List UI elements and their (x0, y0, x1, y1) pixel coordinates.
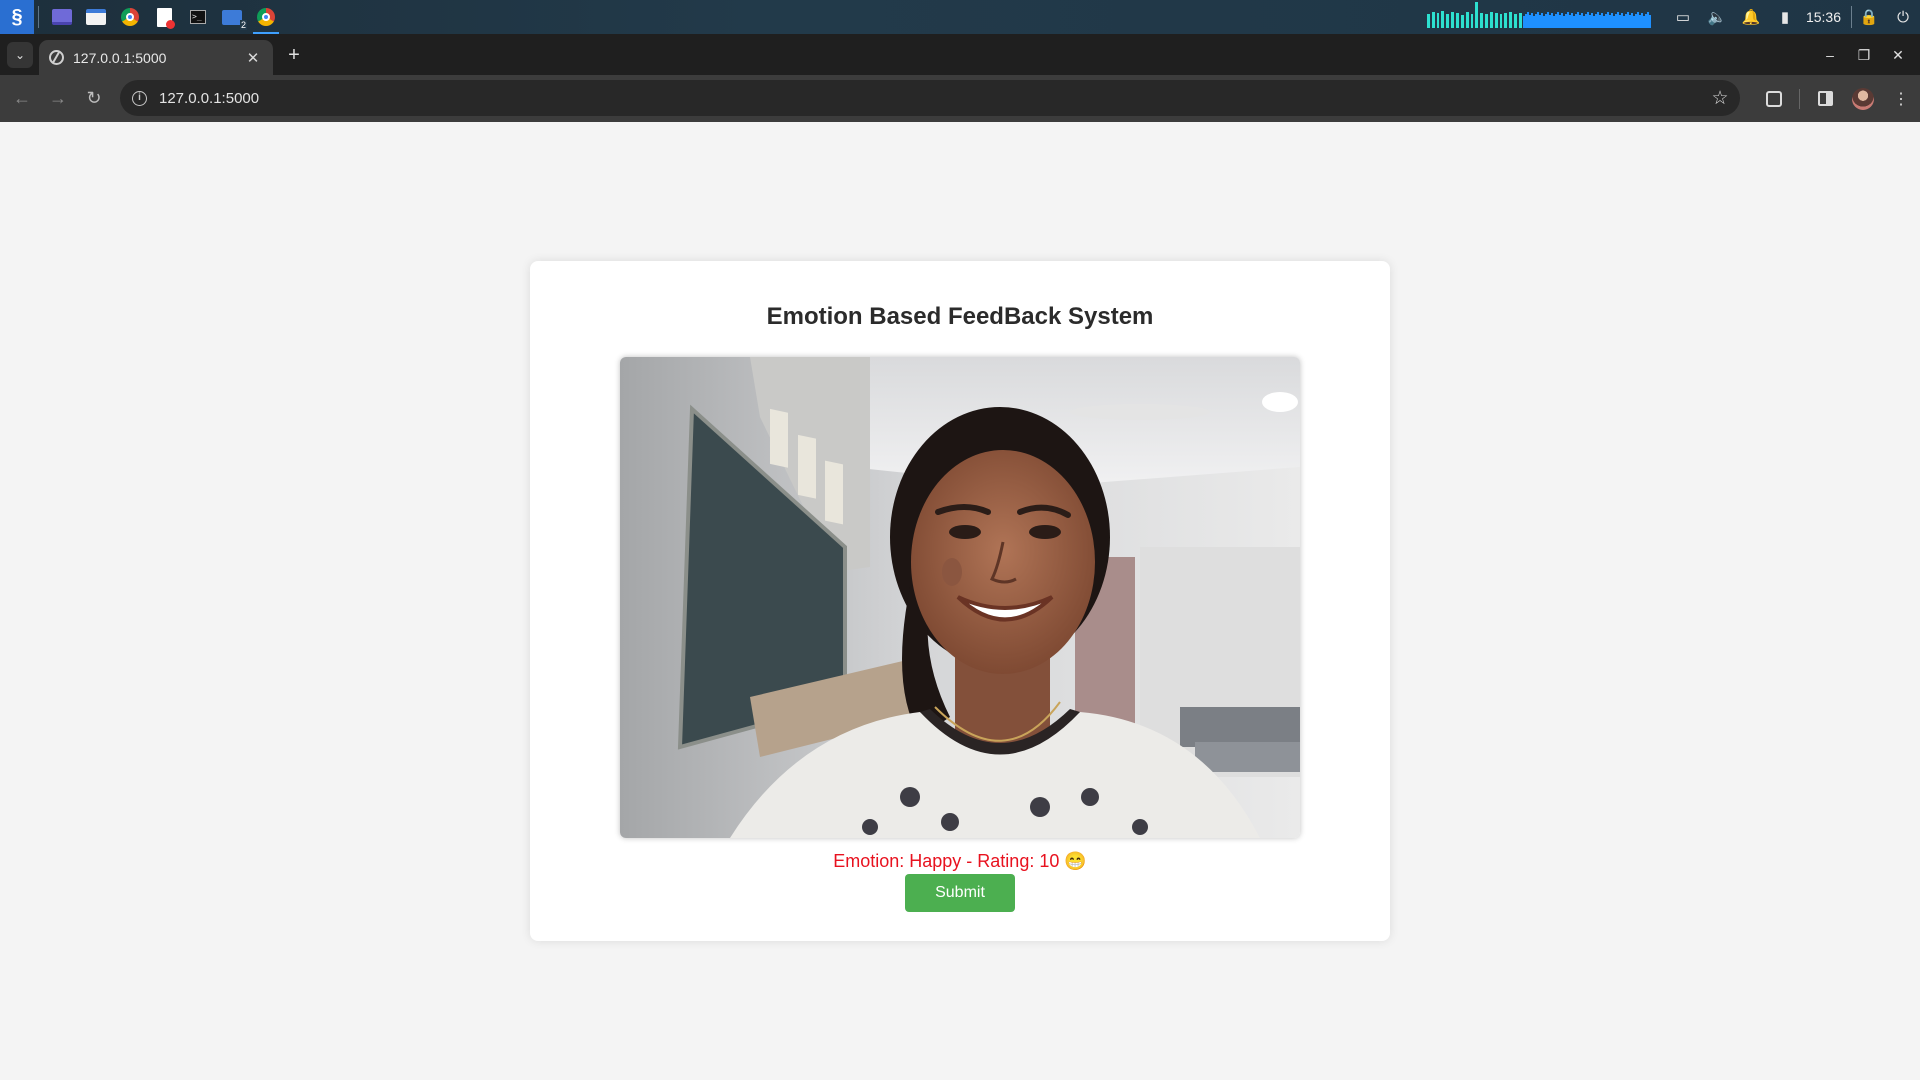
os-taskbar: § >_ 2 ▭ 🔈 🔔 ▮ 15:36 🔒 ⏻ (0, 0, 1920, 34)
bookmark-star-icon[interactable]: ☆ (1700, 87, 1740, 110)
page-title: Emotion Based FeedBack System (766, 303, 1154, 330)
taskbar-divider (38, 6, 39, 28)
close-window-icon[interactable]: ✕ (1884, 44, 1912, 66)
system-monitor-graph (1426, 2, 1652, 28)
forward-arrow-icon[interactable]: → (40, 81, 76, 117)
browser-tabstrip: ⌄ 127.0.0.1:5000 ✕ + – ❐ ✕ (0, 34, 1920, 75)
menu-kebab-icon[interactable]: ⋮ (1882, 80, 1920, 118)
reload-icon[interactable]: ↻ (76, 81, 112, 117)
webcam-video-feed (620, 357, 1300, 838)
terminal-icon[interactable]: >_ (181, 0, 215, 34)
lock-icon[interactable]: 🔒 (1852, 0, 1886, 34)
tab-close-icon[interactable]: ✕ (243, 49, 263, 67)
page-viewport: Emotion Based FeedBack System Emotion: H… (0, 122, 1920, 1080)
globe-icon (49, 50, 64, 65)
toolbar-actions: ⋮ (1755, 75, 1920, 122)
emotion-rating-text: Emotion: Happy - Rating: 10 😁 (833, 851, 1087, 871)
battery-icon[interactable]: ▮ (1768, 0, 1802, 34)
browser-toolbar: ← → ↻ i 127.0.0.1:5000 ☆ ⋮ (0, 75, 1920, 122)
system-tray: ▭ 🔈 🔔 ▮ 15:36 🔒 ⏻ (1426, 0, 1920, 34)
files-app-icon[interactable]: 2 (215, 0, 249, 34)
window-controls: – ❐ ✕ (1816, 44, 1912, 66)
restore-icon[interactable]: ❐ (1850, 44, 1878, 66)
chrome-active-icon[interactable] (249, 0, 283, 34)
profile-avatar[interactable] (1844, 80, 1882, 118)
start-menu-icon[interactable]: § (0, 0, 34, 34)
toolbar-divider (1799, 88, 1800, 109)
feedback-card: Emotion Based FeedBack System Emotion: H… (530, 261, 1390, 941)
volume-icon[interactable]: 🔈 (1700, 0, 1734, 34)
back-arrow-icon[interactable]: ← (4, 81, 40, 117)
cpu-graph (1426, 2, 1522, 28)
minimize-icon[interactable]: – (1816, 44, 1844, 66)
notification-bell-icon[interactable]: 🔔 (1734, 0, 1768, 34)
webcam-frame (620, 357, 1300, 838)
pdf-editor-icon[interactable] (147, 0, 181, 34)
url-text[interactable]: 127.0.0.1:5000 (159, 90, 1700, 107)
desktop-app-icon[interactable] (45, 0, 79, 34)
side-panel-icon[interactable] (1806, 80, 1844, 118)
files-badge: 2 (239, 19, 247, 30)
address-bar[interactable]: i 127.0.0.1:5000 ☆ (120, 80, 1740, 116)
file-manager-icon[interactable] (79, 0, 113, 34)
extensions-icon[interactable] (1755, 80, 1793, 118)
site-info-icon[interactable]: i (132, 90, 147, 106)
submit-button[interactable]: Submit (905, 874, 1015, 912)
clock[interactable]: 15:36 (1802, 6, 1852, 28)
chrome-app-icon[interactable] (113, 0, 147, 34)
taskbar-apps: § >_ 2 (0, 0, 283, 34)
new-tab-plus-icon[interactable]: + (282, 44, 306, 66)
tab-title: 127.0.0.1:5000 (73, 49, 167, 66)
tab-active[interactable]: 127.0.0.1:5000 ✕ (39, 40, 273, 75)
power-icon[interactable]: ⏻ (1886, 0, 1920, 34)
screen-icon[interactable]: ▭ (1666, 0, 1700, 34)
network-graph (1522, 6, 1651, 28)
tab-search-chevron-icon[interactable]: ⌄ (7, 42, 33, 68)
